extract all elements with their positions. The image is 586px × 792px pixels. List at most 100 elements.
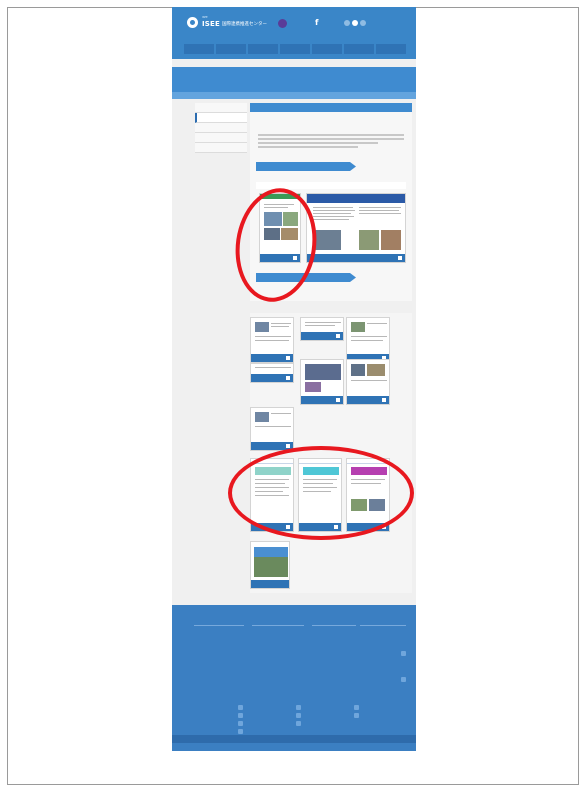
sidebar-item[interactable] <box>195 103 247 113</box>
card-photo <box>351 499 367 511</box>
sidebar-item[interactable] <box>195 143 247 153</box>
card-text-line <box>255 426 291 428</box>
site-footer <box>172 605 416 751</box>
newsletter-card[interactable] <box>250 363 294 383</box>
newsletter-card[interactable] <box>250 317 294 363</box>
download-icon[interactable] <box>293 256 297 260</box>
card-text-line <box>351 483 381 485</box>
card-header <box>347 459 389 464</box>
external-link-icon[interactable] <box>296 721 301 726</box>
external-link-icon[interactable] <box>296 713 301 718</box>
font-size-small-icon[interactable] <box>344 20 350 26</box>
card-text-line <box>255 479 289 481</box>
brochure-card[interactable] <box>259 193 301 263</box>
card-photo <box>369 499 385 511</box>
card-text-line <box>255 495 289 497</box>
report-card[interactable] <box>346 458 390 532</box>
nav-item[interactable] <box>248 44 278 54</box>
report-card[interactable] <box>250 458 294 532</box>
card-footer <box>301 396 343 404</box>
external-link-icon[interactable] <box>401 677 406 682</box>
card-text-line <box>303 491 331 493</box>
external-link-icon[interactable] <box>354 705 359 710</box>
report-section <box>250 454 412 538</box>
paragraph-line <box>258 142 378 144</box>
card-header <box>307 194 405 203</box>
font-size-large-icon[interactable] <box>360 20 366 26</box>
download-icon[interactable] <box>398 256 402 260</box>
external-link-icon[interactable] <box>401 651 406 656</box>
nav-item[interactable] <box>280 44 310 54</box>
card-footer <box>307 254 405 262</box>
external-link-icon[interactable] <box>238 705 243 710</box>
download-icon[interactable] <box>286 356 290 360</box>
card-photo <box>313 230 341 250</box>
link-button[interactable] <box>256 162 356 171</box>
card-photo <box>351 467 387 475</box>
card-text-line <box>255 336 291 338</box>
nav-item[interactable] <box>312 44 342 54</box>
external-link-icon[interactable] <box>238 721 243 726</box>
newsletter-card[interactable] <box>346 359 390 405</box>
card-photo <box>305 364 341 380</box>
card-text-line <box>359 210 399 212</box>
nav-item[interactable] <box>376 44 406 54</box>
newsletter-section <box>250 313 412 457</box>
logo-japanese[interactable]: 国際連携推進センター <box>222 21 267 28</box>
font-size-medium-icon[interactable] <box>352 20 358 26</box>
sidebar <box>195 103 247 153</box>
facebook-icon[interactable]: f <box>315 19 321 27</box>
nav-item[interactable] <box>344 44 374 54</box>
card-footer <box>299 523 341 531</box>
logo-emblem-icon[interactable] <box>187 17 198 28</box>
logo-text[interactable]: ISEE <box>202 20 220 29</box>
sidebar-item[interactable] <box>195 133 247 143</box>
photo-card[interactable] <box>250 541 290 589</box>
poster-card[interactable] <box>306 193 406 263</box>
paragraph-line <box>258 138 404 140</box>
link-button[interactable] <box>256 273 356 282</box>
download-icon[interactable] <box>336 398 340 402</box>
card-header <box>299 459 341 464</box>
card-footer <box>251 374 293 382</box>
newsletter-card[interactable] <box>300 317 344 341</box>
nav-item[interactable] <box>216 44 246 54</box>
download-icon[interactable] <box>334 525 338 529</box>
card-text-line <box>351 380 387 382</box>
footer-divider <box>312 625 356 626</box>
main-nav <box>184 44 406 54</box>
external-link-icon[interactable] <box>238 713 243 718</box>
newsletter-card[interactable] <box>346 317 390 363</box>
card-photo <box>381 230 401 250</box>
section-strip <box>256 182 406 189</box>
download-icon[interactable] <box>286 444 290 448</box>
sidebar-item-active[interactable] <box>195 113 247 123</box>
card-text-line <box>359 207 401 209</box>
report-card[interactable] <box>298 458 342 532</box>
copyright <box>172 743 416 751</box>
external-link-icon[interactable] <box>354 713 359 718</box>
card-text-line <box>313 216 354 218</box>
paragraph-line <box>258 146 358 148</box>
external-link-icon[interactable] <box>296 705 301 710</box>
sidebar-item[interactable] <box>195 123 247 133</box>
external-link-icon[interactable] <box>238 729 243 734</box>
download-icon[interactable] <box>382 398 386 402</box>
card-text-line <box>313 219 349 221</box>
card-text-line <box>255 340 289 342</box>
web-page: ISEE ISEE 国際連携推進センター f <box>172 7 416 751</box>
card-photo <box>351 322 365 332</box>
card-footer <box>347 523 389 531</box>
card-text-line <box>264 204 294 206</box>
card-text-line <box>367 323 387 325</box>
newsletter-card[interactable] <box>250 407 294 451</box>
card-text-line <box>351 340 383 342</box>
download-icon[interactable] <box>336 334 340 338</box>
nav-item[interactable] <box>184 44 214 54</box>
footer-divider <box>360 625 406 626</box>
newsletter-card[interactable] <box>300 359 344 405</box>
download-icon[interactable] <box>286 376 290 380</box>
download-icon[interactable] <box>286 525 290 529</box>
download-icon[interactable] <box>382 525 386 529</box>
partner-logo-icon[interactable] <box>278 19 287 28</box>
